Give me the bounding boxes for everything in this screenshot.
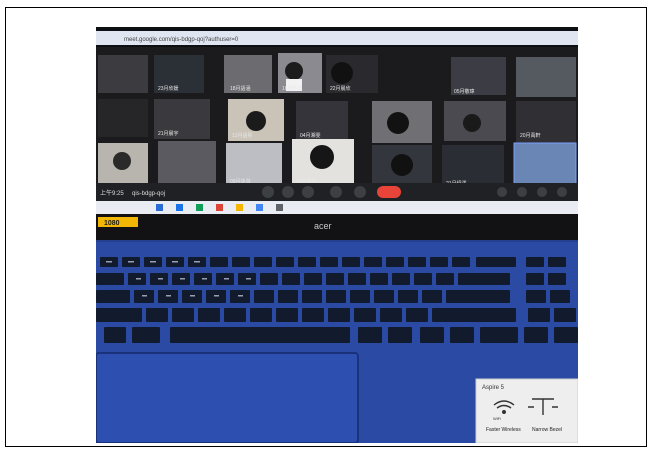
laptop-scene: meet.google.com/qis-bdgp-qoj?authuser=0: [96, 27, 578, 443]
url-text: meet.google.com/qis-bdgp-qoj?authuser=0: [124, 37, 239, 43]
present-icon: [330, 186, 342, 198]
touchpad: [96, 352, 359, 443]
sticker-model: Aspire 5: [482, 385, 505, 391]
hand-icon: [302, 186, 314, 198]
taskbar: [96, 201, 578, 214]
sticker-label-right: Narrow Bezel: [532, 427, 562, 433]
sticker-label-left: Faster Wireless: [486, 427, 521, 433]
meeting-time: 上午9:25: [100, 189, 124, 197]
video-tile: [158, 141, 216, 185]
info-icon: [497, 187, 507, 197]
tile-label: 21月晨宇: [158, 130, 179, 137]
spec-sticker: Aspire 5 WiFi Faster Wireless Narrow Bez…: [475, 378, 578, 443]
video-tile: [98, 99, 148, 137]
tile-label: 16號芊恩: [282, 85, 303, 92]
sticker-wifi-label: WiFi: [493, 416, 501, 421]
tile-label: 23月欣媛: [158, 85, 179, 92]
bezel-bottom: [96, 214, 578, 240]
resolution-badge-text: 1080: [104, 220, 120, 227]
tile-label: 12月語彤: [232, 132, 253, 139]
mic-icon: [262, 186, 274, 198]
tile-label: 18月語涵: [230, 85, 251, 92]
tile-label: 04月湘雯: [300, 132, 321, 139]
more-icon: [354, 186, 366, 198]
laptop-photo: meet.google.com/qis-bdgp-qoj?authuser=0: [96, 27, 578, 443]
end-call-icon: [377, 186, 401, 198]
video-tile-self: [513, 142, 577, 190]
activities-icon: [557, 187, 567, 197]
video-tile: [98, 55, 148, 93]
people-icon: [517, 187, 527, 197]
tile-label: 05月敬瑋: [454, 88, 475, 95]
image-frame: meet.google.com/qis-bdgp-qoj?authuser=0: [5, 7, 647, 447]
tile-label: 22月晨欣: [330, 85, 351, 92]
meeting-id: qis-bdgp-qoj: [132, 191, 165, 197]
video-tile: [516, 57, 576, 97]
chat-icon: [537, 187, 547, 197]
tile-label: 20月禹軒: [520, 132, 541, 139]
acer-logo: acer: [314, 221, 332, 231]
spacebar: [170, 327, 350, 343]
camera-icon: [282, 186, 294, 198]
